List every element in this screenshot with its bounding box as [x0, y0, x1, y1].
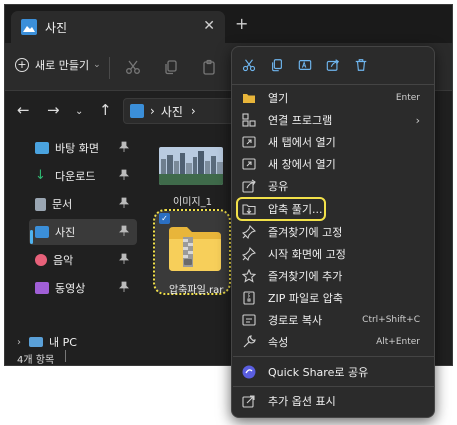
- more-options-icon: [242, 394, 256, 408]
- recent-chevron-down-icon[interactable]: ⌄: [75, 105, 83, 119]
- sidebar-item-downloads[interactable]: ↓ 다운로드: [29, 163, 137, 189]
- menu-item-pin-quick-access[interactable]: 즐겨찾기에 고정: [236, 221, 432, 243]
- sidebar-item-music[interactable]: 음악: [29, 247, 137, 273]
- paste-icon[interactable]: [201, 59, 217, 78]
- menu-item-open[interactable]: 열기 Enter: [236, 87, 432, 109]
- zip-icon: [242, 291, 256, 305]
- share-icon: [242, 179, 256, 193]
- menu-item-more-options[interactable]: 추가 옵션 표시: [236, 390, 432, 412]
- item-count: 4개 항목: [17, 355, 55, 366]
- address-bar[interactable]: › 사진 ›: [123, 98, 243, 124]
- menu-item-add-favorites[interactable]: 즐겨찾기에 추가: [236, 265, 432, 287]
- extract-highlight-box: [236, 197, 326, 221]
- new-button-label: 새로 만들기: [35, 59, 90, 72]
- back-arrow-icon[interactable]: ←: [17, 103, 30, 118]
- sidebar-item-pictures[interactable]: 사진: [29, 219, 137, 245]
- menu-divider: [233, 386, 435, 387]
- folder-icon: [242, 91, 256, 105]
- selection-indicator: [30, 230, 33, 244]
- desktop-icon: [35, 142, 49, 154]
- sidebar-item-label: 동영상: [55, 282, 86, 295]
- menu-item-open-with[interactable]: 연결 프로그램 ›: [236, 109, 432, 131]
- sidebar-item-desktop[interactable]: 바탕 화면: [29, 135, 137, 161]
- chevron-right-icon[interactable]: ›: [17, 337, 21, 348]
- pin-icon: [241, 224, 257, 240]
- sidebar-item-label: 문서: [52, 198, 73, 211]
- rename-icon[interactable]: [298, 58, 312, 75]
- sidebar-item-label: 음악: [53, 254, 74, 267]
- address-chevron: ›: [150, 104, 155, 118]
- pin-icon[interactable]: [119, 253, 129, 268]
- new-tab-button[interactable]: +: [235, 16, 248, 32]
- zip-folder-icon: [167, 223, 223, 276]
- pin-icon[interactable]: [119, 169, 129, 184]
- copy-icon[interactable]: [270, 58, 284, 75]
- quick-share-icon: [242, 365, 256, 379]
- open-with-icon: [242, 113, 256, 127]
- delete-icon[interactable]: [354, 58, 368, 75]
- tab-photos[interactable]: 사진 ✕: [11, 11, 225, 43]
- pictures-folder-icon: [21, 19, 37, 35]
- menu-item-compress-zip[interactable]: ZIP 파일로 압축: [236, 287, 432, 309]
- pictures-icon: [35, 226, 49, 238]
- music-icon: [35, 254, 47, 266]
- menu-item-copy-path[interactable]: 경로로 복사 Ctrl+Shift+C: [236, 309, 432, 331]
- new-button[interactable]: + 새로 만들기 ⌄: [15, 57, 101, 73]
- sidebar-item-documents[interactable]: 문서: [29, 191, 137, 217]
- close-tab-icon[interactable]: ✕: [203, 18, 215, 34]
- cut-icon[interactable]: [125, 59, 141, 78]
- sidebar-item-label: 사진: [55, 226, 76, 239]
- tab-title: 사진: [45, 20, 68, 35]
- context-menu: 열기 Enter 연결 프로그램 › 새 탭에서 열기 새 창에서 열기 공유 …: [231, 46, 435, 418]
- address-chevron-end: ›: [190, 104, 196, 118]
- menu-item-open-new-window[interactable]: 새 창에서 열기: [236, 153, 432, 175]
- forward-arrow-icon[interactable]: →: [47, 103, 60, 118]
- pictures-folder-icon: [130, 104, 144, 118]
- toolbar-divider: [109, 57, 110, 79]
- context-menu-quick-actions: [232, 47, 434, 85]
- sidebar-item-videos[interactable]: 동영상: [29, 275, 137, 301]
- address-path[interactable]: 사진: [161, 103, 183, 120]
- copy-icon[interactable]: [163, 59, 179, 78]
- pin-icon[interactable]: [119, 141, 129, 156]
- chevron-right-icon: ›: [415, 113, 420, 127]
- menu-item-quick-share[interactable]: Quick Share로 공유: [236, 361, 432, 383]
- menu-item-pin-start[interactable]: 시작 화면에 고정: [236, 243, 432, 265]
- sidebar-item-label: 다운로드: [55, 170, 96, 183]
- image-thumbnail[interactable]: [159, 147, 223, 185]
- file-name-label: 이미지_1: [173, 197, 212, 208]
- chevron-down-icon: ⌄: [93, 60, 101, 70]
- video-icon: [35, 282, 49, 294]
- pc-icon: [29, 337, 43, 347]
- plus-icon: +: [15, 58, 29, 72]
- new-tab-icon: [242, 135, 256, 149]
- menu-divider: [233, 356, 435, 357]
- star-icon: [241, 268, 257, 283]
- sidebar: 바탕 화면 ↓ 다운로드 문서 사진 음악 동영상 › 내 PC: [5, 131, 145, 349]
- download-icon: ↓: [35, 168, 46, 183]
- up-arrow-icon[interactable]: ↑: [99, 103, 112, 118]
- menu-item-open-new-tab[interactable]: 새 탭에서 열기: [236, 131, 432, 153]
- status-divider: [65, 350, 66, 362]
- pin-icon[interactable]: [119, 225, 129, 240]
- share-icon[interactable]: [326, 58, 340, 75]
- tab-bar: 사진 ✕ +: [5, 5, 452, 43]
- file-name-label: 압축파일.rar: [169, 285, 224, 296]
- new-window-icon: [242, 157, 256, 171]
- copy-path-icon: [242, 313, 256, 327]
- cut-icon[interactable]: [242, 58, 256, 75]
- menu-item-properties[interactable]: 속성 Alt+Enter: [236, 331, 432, 353]
- pin-icon: [241, 246, 257, 262]
- pin-icon[interactable]: [119, 197, 129, 212]
- document-icon: [35, 197, 46, 211]
- wrench-icon: [242, 335, 256, 349]
- pin-icon[interactable]: [119, 281, 129, 296]
- menu-item-share[interactable]: 공유: [236, 175, 432, 197]
- sidebar-item-label: 바탕 화면: [55, 142, 99, 155]
